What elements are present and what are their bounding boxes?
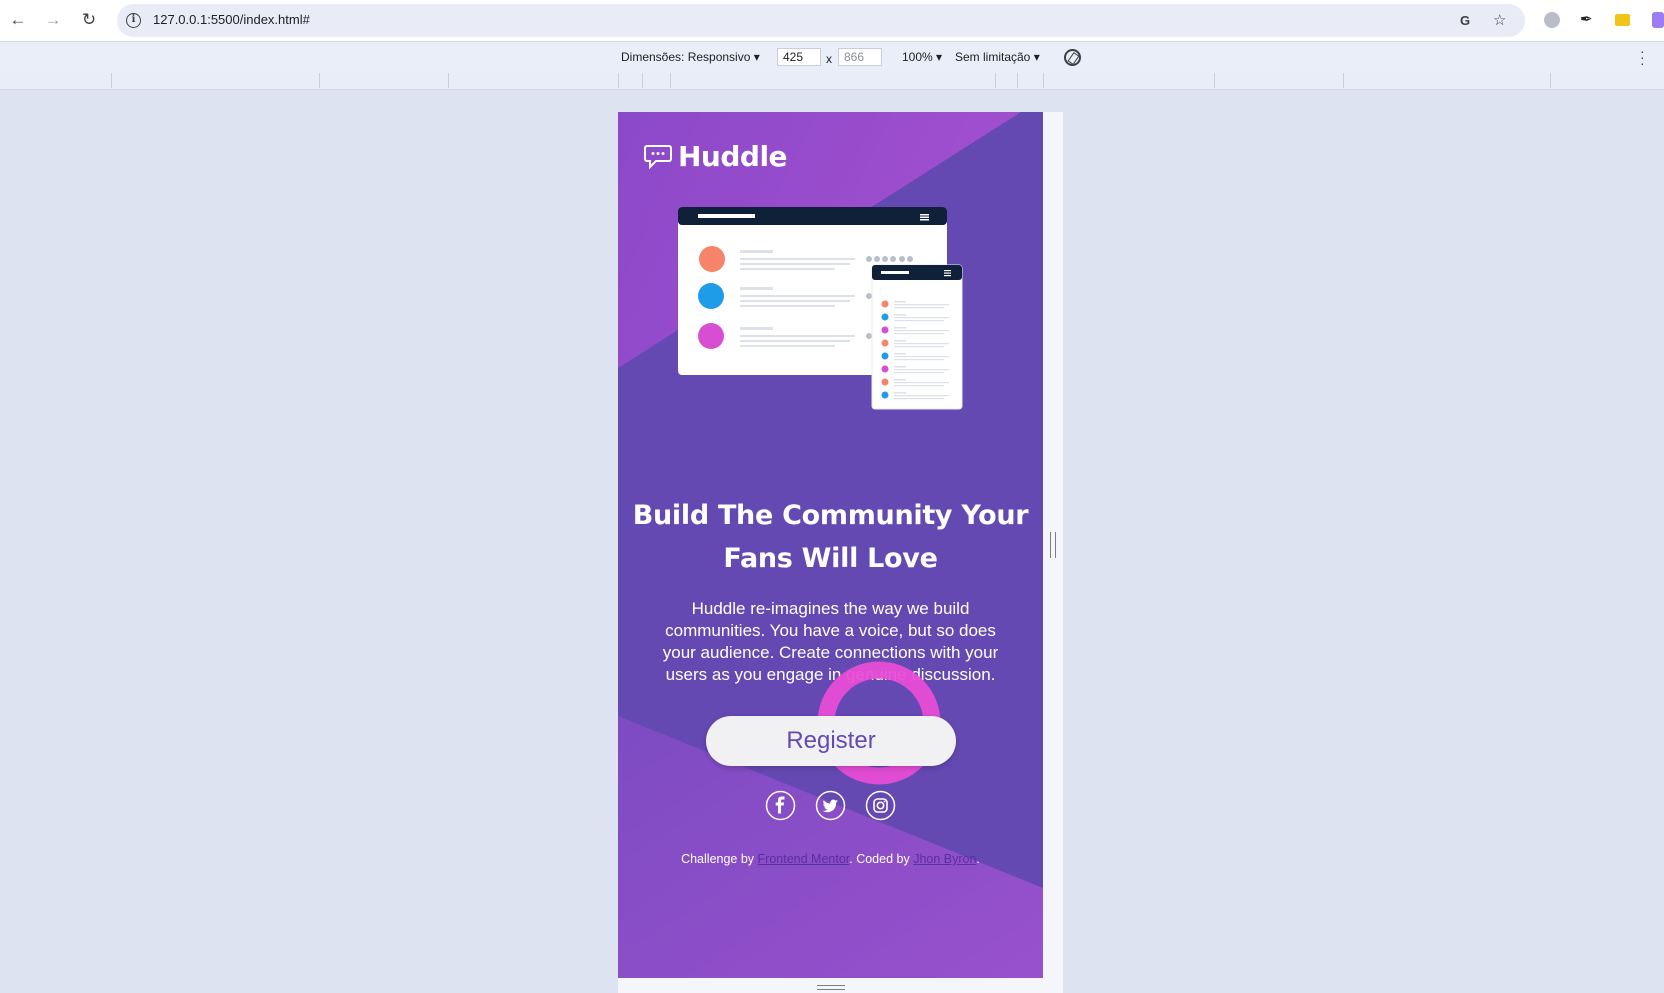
browser-toolbar: ← → ↻ i 127.0.0.1:5500/index.html# G ☆ ✒ [0, 0, 1664, 41]
logo-text: Huddle [678, 140, 788, 173]
chat-bubble-icon [644, 144, 672, 169]
bookmark-star-icon[interactable]: ☆ [1493, 12, 1506, 29]
reload-button[interactable]: ↻ [78, 8, 100, 32]
throttle-label: Sem limitação [955, 50, 1031, 64]
url-text[interactable]: 127.0.0.1:5500/index.html# [153, 12, 310, 27]
back-button[interactable]: ← [7, 8, 29, 32]
mockup-side-list [881, 300, 949, 400]
resize-handle-right[interactable] [1050, 532, 1056, 558]
brand-logo[interactable]: Huddle [644, 140, 788, 173]
address-bar[interactable]: i 127.0.0.1:5500/index.html# G ☆ [117, 4, 1525, 37]
media-query-ruler [0, 71, 1664, 90]
resize-handle-bottom[interactable] [817, 985, 845, 990]
dimensions-label: Dimensões: Responsivo [621, 50, 751, 64]
device-viewport: Huddle Build The Community Your Fans Wil… [618, 112, 1043, 978]
width-input[interactable]: 425 [777, 48, 821, 66]
extension-circle-icon[interactable] [1544, 12, 1560, 28]
extension-yellow-icon[interactable] [1615, 14, 1630, 26]
forward-button[interactable]: → [42, 8, 64, 32]
attribution-prefix: Challenge by [681, 852, 758, 866]
attribution-suffix: . [976, 852, 980, 866]
site-info-icon[interactable]: i [126, 13, 141, 28]
device-toolbar: Dimensões: Responsivo ▾ 425 x 866 100% ▾… [0, 41, 1664, 71]
rotate-icon[interactable] [1064, 49, 1081, 66]
instagram-icon[interactable] [865, 790, 896, 821]
attribution: Challenge by Frontend Mentor. Coded by J… [618, 852, 1043, 866]
eyedropper-icon[interactable]: ✒ [1580, 12, 1596, 28]
zoom-label: 100% [902, 50, 933, 64]
register-button[interactable]: Register [706, 716, 956, 766]
times-separator: x [826, 52, 832, 66]
translate-icon[interactable]: G [1460, 12, 1470, 29]
attribution-middle: . Coded by [849, 852, 914, 866]
twitter-icon[interactable] [815, 790, 846, 821]
height-input[interactable]: 866 [838, 48, 882, 66]
extension-purple-icon[interactable] [1652, 12, 1664, 28]
dimensions-dropdown[interactable]: Dimensões: Responsivo ▾ [621, 50, 760, 64]
author-link[interactable]: Jhon Byron [913, 852, 976, 866]
more-options-icon[interactable]: · · · [1640, 44, 1645, 70]
zoom-dropdown[interactable]: 100% ▾ [902, 50, 942, 64]
hero-title: Build The Community Your Fans Will Love [632, 500, 1029, 574]
facebook-icon[interactable] [765, 790, 796, 821]
throttle-dropdown[interactable]: Sem limitação ▾ [955, 50, 1040, 64]
frontend-mentor-link[interactable]: Frontend Mentor [758, 852, 850, 866]
